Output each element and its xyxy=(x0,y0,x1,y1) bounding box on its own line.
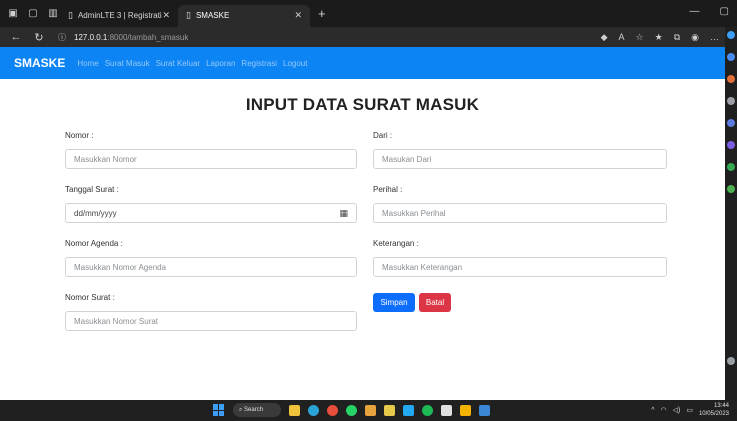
nav-home[interactable]: Home xyxy=(77,59,98,68)
taskbar-apps: ⌕ Search xyxy=(213,403,490,417)
nomor-label: Nomor : xyxy=(65,131,94,140)
tanggal-surat-label: Tanggal Surat : xyxy=(65,185,119,194)
windows-taskbar: ⌕ Search ^ ◠ ◁) ▭ 13:44 10/05/2023 xyxy=(0,400,737,421)
vlc-icon[interactable] xyxy=(460,404,471,416)
nav-registrasi[interactable]: Registrasi xyxy=(241,59,277,68)
nomor-agenda-label: Nomor Agenda : xyxy=(65,239,123,248)
browser-toolbar: ◆ A ☆ ★ ⧉ ◉ … xyxy=(601,32,719,43)
spotify-icon[interactable] xyxy=(422,404,433,416)
window-controls: — ▢ xyxy=(690,6,729,17)
reload-icon[interactable]: ↻ xyxy=(32,31,46,44)
copilot-icon[interactable] xyxy=(727,31,735,39)
dari-label: Dari : xyxy=(373,131,393,140)
nav-laporan[interactable]: Laporan xyxy=(206,59,235,68)
tab-actions-icon[interactable]: ▥ xyxy=(46,8,60,20)
tab-title: SMASKE xyxy=(195,11,230,20)
perihal-label: Perihal : xyxy=(373,185,403,194)
calendar-icon[interactable]: ▦ xyxy=(339,208,348,219)
nomor-agenda-input[interactable]: Masukkan Nomor Agenda xyxy=(65,257,357,277)
collections-icon[interactable]: ⧉ xyxy=(674,32,680,43)
url-host: 127.0.0.1 xyxy=(74,32,108,42)
url-path: :8000/tambah_smasuk xyxy=(107,32,189,42)
form-left-column: Nomor : Masukkan Nomor Tanggal Surat : d… xyxy=(65,131,357,347)
extension-icon[interactable]: ◆ xyxy=(601,32,608,43)
battery-icon[interactable]: ▭ xyxy=(686,406,693,414)
minimize-icon[interactable]: — xyxy=(690,6,700,17)
taskbar-search[interactable]: ⌕ Search xyxy=(233,403,281,417)
nav-surat-masuk[interactable]: Surat Masuk xyxy=(105,59,150,68)
office-icon[interactable] xyxy=(727,141,735,149)
clock-date: 10/05/2023 xyxy=(698,411,729,417)
nav-surat-keluar[interactable]: Surat Keluar xyxy=(156,59,200,68)
batal-button[interactable]: Batal xyxy=(419,293,451,312)
outlook-icon[interactable] xyxy=(727,163,735,171)
profile-icon[interactable]: ◉ xyxy=(691,32,699,43)
date-placeholder: dd/mm/yyyy xyxy=(74,208,117,218)
edge-icon[interactable] xyxy=(308,404,319,416)
close-tab-icon[interactable]: ✕ xyxy=(162,10,170,21)
site-navbar: SMASKE Home Surat Masuk Surat Keluar Lap… xyxy=(0,47,725,79)
maximize-icon[interactable]: ▢ xyxy=(720,6,729,17)
shopping-icon[interactable] xyxy=(727,75,735,83)
games-icon[interactable] xyxy=(727,119,735,127)
drop-icon[interactable] xyxy=(727,185,735,193)
nomor-surat-input[interactable]: Masukkan Nomor Surat xyxy=(65,311,357,331)
file-explorer-icon[interactable] xyxy=(289,404,300,416)
tab-adminlte[interactable]: ▯ AdminLTE 3 | Registration Page ✕ xyxy=(60,5,178,27)
dari-input[interactable]: Masukan Dari xyxy=(373,149,667,169)
tools-icon[interactable] xyxy=(727,97,735,105)
form-actions: Simpan Batal xyxy=(373,293,667,312)
tab-title: AdminLTE 3 | Registration Page xyxy=(77,11,163,20)
info-icon[interactable]: ⓘ xyxy=(58,32,66,43)
read-aloud-icon[interactable]: A xyxy=(619,32,625,42)
nav-logout[interactable]: Logout xyxy=(283,59,307,68)
volume-icon[interactable]: ◁) xyxy=(673,406,681,414)
chrome-icon[interactable] xyxy=(327,404,338,416)
chevron-up-icon[interactable]: ^ xyxy=(651,407,654,414)
tab-smaske[interactable]: ▯ SMASKE ✕ xyxy=(178,4,310,27)
close-tab-icon[interactable]: ✕ xyxy=(294,10,302,21)
settings-icon[interactable] xyxy=(727,357,735,365)
whatsapp-icon[interactable] xyxy=(346,404,357,416)
favorites-icon[interactable]: ★ xyxy=(655,32,663,43)
git-icon[interactable] xyxy=(441,404,452,416)
perihal-input[interactable]: Masukkan Perihal xyxy=(373,203,667,223)
page-title: INPUT DATA SURAT MASUK xyxy=(245,95,480,114)
form-right-column: Dari : Masukan Dari Perihal : Masukkan P… xyxy=(373,131,667,312)
sidebar-toggle-icon[interactable]: ▣ xyxy=(6,8,20,20)
search-label: Search xyxy=(244,407,264,413)
web-page: SMASKE Home Surat Masuk Surat Keluar Lap… xyxy=(0,47,725,400)
edge-sidebar xyxy=(725,27,737,400)
more-icon[interactable]: … xyxy=(710,32,719,42)
search-icon[interactable] xyxy=(727,53,735,61)
workspaces-icon[interactable]: ▢ xyxy=(26,8,40,20)
nomor-surat-label: Nomor Surat : xyxy=(65,293,115,302)
address-bar: ← ↻ ⓘ 127.0.0.1 :8000/tambah_smasuk ◆ A … xyxy=(0,27,725,47)
clock-time: 13:44 xyxy=(713,403,729,409)
tanggal-surat-input[interactable]: dd/mm/yyyy ▦ xyxy=(65,203,357,223)
browser-tab-strip: ▣ ▢ ▥ ▯ AdminLTE 3 | Registration Page ✕… xyxy=(0,0,737,27)
wifi-icon[interactable]: ◠ xyxy=(661,406,667,414)
page-icon: ▯ xyxy=(68,10,73,20)
keterangan-label: Keterangan : xyxy=(373,239,419,248)
system-tray: ^ ◠ ◁) ▭ 13:44 10/05/2023 xyxy=(651,402,729,418)
back-icon[interactable]: ← xyxy=(9,31,23,43)
page-icon: ▯ xyxy=(186,10,191,20)
screen: ▣ ▢ ▥ ▯ AdminLTE 3 | Registration Page ✕… xyxy=(0,0,737,421)
new-tab-button[interactable]: + xyxy=(318,6,326,21)
windows-start-icon[interactable] xyxy=(213,404,225,416)
simpan-button[interactable]: Simpan xyxy=(373,293,415,312)
clock[interactable]: 13:44 10/05/2023 xyxy=(699,402,729,418)
brand-logo[interactable]: SMASKE xyxy=(14,56,65,70)
url-field[interactable]: ⓘ 127.0.0.1 :8000/tambah_smasuk xyxy=(58,32,188,43)
xampp-icon[interactable] xyxy=(365,404,376,416)
favorite-add-icon[interactable]: ☆ xyxy=(636,32,644,43)
vscode-icon[interactable] xyxy=(403,404,414,416)
sublime-icon[interactable] xyxy=(384,404,395,416)
nomor-input[interactable]: Masukkan Nomor xyxy=(65,149,357,169)
word-icon[interactable] xyxy=(479,404,490,416)
keterangan-input[interactable]: Masukkan Keterangan xyxy=(373,257,667,277)
